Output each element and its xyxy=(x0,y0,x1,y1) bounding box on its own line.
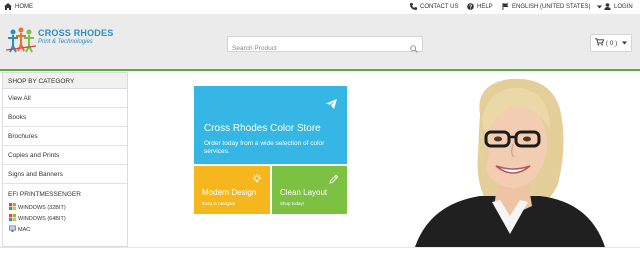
sidebar-item-books[interactable]: Books xyxy=(3,108,127,127)
download-windows-32bit[interactable]: WINDOWS (32BIT) xyxy=(3,202,127,213)
login-label: LOGIN xyxy=(614,3,633,10)
language-label: ENGLISH (UNITED STATES) xyxy=(512,3,591,10)
flag-icon xyxy=(502,3,509,10)
language-selector[interactable]: ENGLISH (UNITED STATES) xyxy=(502,3,603,10)
search-input[interactable] xyxy=(228,41,398,56)
os-label: WINDOWS (64BIT) xyxy=(18,215,66,222)
login-link[interactable]: LOGIN xyxy=(604,3,633,10)
pencil-icon xyxy=(329,171,339,189)
windows-icon xyxy=(9,203,16,212)
cart-icon xyxy=(594,38,604,48)
help-label: HELP xyxy=(477,3,493,10)
mac-icon xyxy=(9,225,16,234)
content-bottom-border xyxy=(0,247,640,255)
cart-count: ( 0 ) xyxy=(605,39,618,47)
windows-icon xyxy=(9,214,16,223)
header-accent-line xyxy=(0,69,640,71)
cart-button[interactable]: ( 0 ) xyxy=(590,34,632,52)
sidebar-heading: SHOP BY CATEGORY xyxy=(3,73,127,89)
help-icon: ? xyxy=(467,3,474,10)
category-sidebar: SHOP BY CATEGORY View All Books Brochure… xyxy=(2,72,128,247)
color-store-title: Cross Rhodes Color Store xyxy=(204,123,321,134)
os-label: MAC xyxy=(18,226,31,233)
modern-design-tile[interactable]: Modern Design Easy to navigate xyxy=(194,166,270,214)
chevron-down-icon xyxy=(597,5,603,9)
color-store-tile[interactable]: Cross Rhodes Color Store Order today fro… xyxy=(194,86,347,164)
logo-title: CROSS RHODES xyxy=(38,28,114,38)
sidebar-item-copies-and-prints[interactable]: Copies and Prints xyxy=(3,146,127,165)
clean-layout-title: Clean Layout xyxy=(280,188,328,197)
hero-woman-photo xyxy=(415,78,605,247)
clean-layout-tile[interactable]: Clean Layout Shop today! xyxy=(272,166,347,214)
logo-subtitle: Print & Technologies xyxy=(38,39,93,45)
user-icon xyxy=(604,3,611,10)
logo-figures-icon xyxy=(6,27,36,53)
search-icon[interactable] xyxy=(410,40,418,58)
download-mac[interactable]: MAC xyxy=(3,224,127,235)
color-store-text: Order today from a wide selection of col… xyxy=(204,140,325,155)
modern-design-title: Modern Design xyxy=(202,188,257,197)
search-box xyxy=(227,36,423,56)
top-utility-bar: HOME CONTACT US ? HELP ENGLISH (UNITED S… xyxy=(0,0,640,14)
contact-link[interactable]: CONTACT US xyxy=(410,3,458,10)
sidebar-item-signs-and-banners[interactable]: Signs and Banners xyxy=(3,165,127,184)
phone-icon xyxy=(410,3,417,10)
download-windows-64bit[interactable]: WINDOWS (64BIT) xyxy=(3,213,127,224)
lightbulb-icon xyxy=(252,171,262,189)
paper-plane-icon xyxy=(326,96,337,114)
home-label: HOME xyxy=(15,3,33,10)
home-icon xyxy=(4,3,12,10)
sidebar-item-view-all[interactable]: View All xyxy=(3,89,127,108)
chevron-down-icon xyxy=(622,40,628,47)
printmessenger-heading: EFI PRINTMESSENGER xyxy=(8,191,81,198)
sidebar-item-brochures[interactable]: Brochures xyxy=(3,127,127,146)
contact-label: CONTACT US xyxy=(420,3,459,10)
modern-design-sub: Easy to navigate xyxy=(202,201,236,206)
home-link[interactable]: HOME xyxy=(4,3,33,10)
os-label: WINDOWS (32BIT) xyxy=(18,204,66,211)
help-link[interactable]: ? HELP xyxy=(467,3,493,10)
site-logo[interactable]: CROSS RHODES Print & Technologies xyxy=(6,24,113,60)
clean-layout-sub: Shop today! xyxy=(280,201,305,206)
